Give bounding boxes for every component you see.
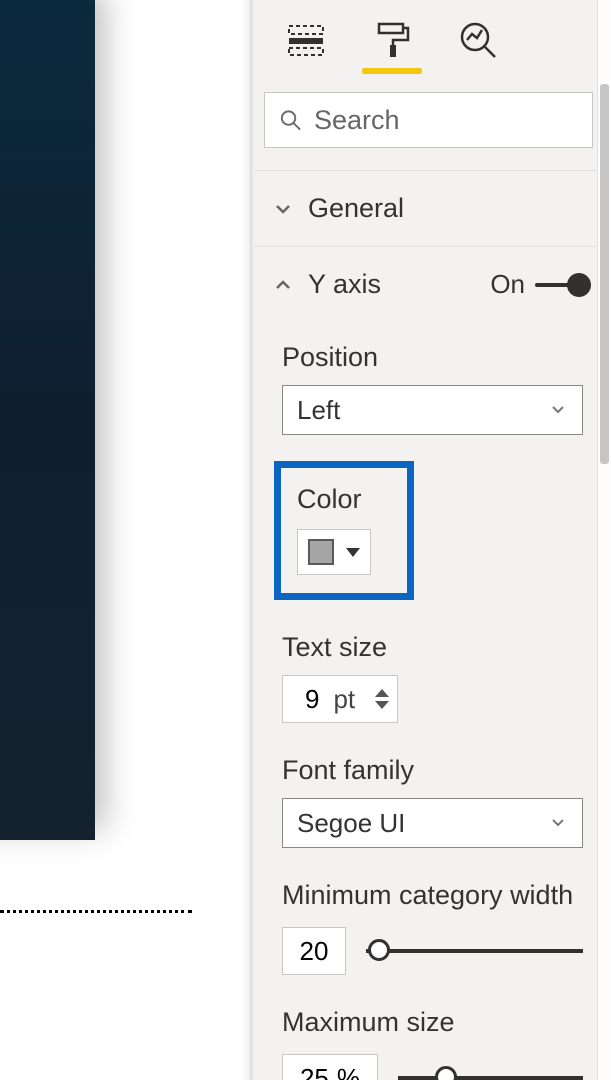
chevron-up-icon bbox=[268, 270, 298, 300]
arrow-down-icon bbox=[375, 701, 389, 709]
canvas-baseline bbox=[0, 910, 192, 913]
max-size-label: Maximum size bbox=[282, 1007, 583, 1038]
position-label: Position bbox=[282, 342, 583, 373]
max-size-slider[interactable] bbox=[398, 1076, 583, 1080]
position-value: Left bbox=[297, 395, 340, 426]
color-picker[interactable] bbox=[297, 529, 371, 575]
min-cat-width-control: 20 bbox=[282, 927, 583, 975]
tab-fields[interactable] bbox=[284, 18, 328, 62]
text-size-stepper[interactable]: 9 pt bbox=[282, 675, 398, 723]
chevron-down-icon bbox=[268, 194, 298, 224]
paint-roller-icon bbox=[372, 20, 412, 60]
fields-icon bbox=[286, 20, 326, 60]
arrow-up-icon bbox=[375, 689, 389, 697]
y-axis-toggle[interactable]: On bbox=[490, 269, 589, 300]
min-cat-width-label: Minimum category width bbox=[282, 880, 583, 911]
color-field-highlight: Color bbox=[274, 461, 414, 600]
y-axis-body: Position Left Color Text size 9 pt bbox=[254, 322, 611, 1080]
tab-format[interactable] bbox=[370, 18, 414, 62]
chevron-down-icon bbox=[548, 395, 568, 426]
magnifier-chart-icon bbox=[458, 20, 498, 60]
search-input[interactable] bbox=[314, 105, 578, 136]
slider-handle[interactable] bbox=[368, 939, 390, 961]
text-size-unit: pt bbox=[333, 684, 355, 715]
section-y-axis[interactable]: Y axis On bbox=[254, 247, 611, 322]
text-size-value: 9 bbox=[305, 684, 319, 715]
section-general-label: General bbox=[308, 193, 404, 224]
toggle-track bbox=[535, 283, 589, 287]
scrollbar-thumb[interactable] bbox=[600, 84, 609, 464]
section-y-axis-label: Y axis bbox=[308, 269, 381, 300]
pane-divider bbox=[240, 0, 250, 1080]
toggle-knob bbox=[567, 273, 591, 297]
format-pane-tabs bbox=[254, 0, 611, 74]
max-size-value: 25 bbox=[300, 1063, 329, 1080]
toggle-label: On bbox=[490, 269, 525, 300]
tab-format-underline bbox=[362, 68, 422, 74]
min-cat-width-slider[interactable] bbox=[366, 949, 583, 953]
font-family-label: Font family bbox=[282, 755, 583, 786]
search-icon bbox=[279, 107, 302, 133]
max-size-unit: % bbox=[337, 1063, 360, 1080]
caret-down-icon bbox=[346, 548, 360, 557]
slider-handle[interactable] bbox=[435, 1066, 457, 1080]
stepper-arrows[interactable] bbox=[375, 689, 389, 709]
max-size-input[interactable]: 25 % bbox=[282, 1054, 378, 1080]
position-dropdown[interactable]: Left bbox=[282, 385, 583, 435]
scrollbar[interactable] bbox=[597, 0, 611, 1080]
chevron-down-icon bbox=[548, 808, 568, 839]
color-swatch bbox=[308, 539, 334, 565]
color-label: Color bbox=[297, 484, 391, 515]
min-cat-width-input[interactable]: 20 bbox=[282, 927, 346, 975]
min-cat-width-value: 20 bbox=[300, 936, 329, 967]
tab-analytics[interactable] bbox=[456, 18, 500, 62]
report-canvas[interactable] bbox=[0, 0, 252, 1080]
section-general[interactable]: General bbox=[254, 171, 611, 247]
format-pane: General Y axis On Position Left Color bbox=[252, 0, 611, 1080]
font-family-dropdown[interactable]: Segoe UI bbox=[282, 798, 583, 848]
visual-preview[interactable] bbox=[0, 0, 95, 840]
format-search[interactable] bbox=[264, 92, 593, 148]
font-family-value: Segoe UI bbox=[297, 808, 405, 839]
text-size-label: Text size bbox=[282, 632, 583, 663]
max-size-control: 25 % bbox=[282, 1054, 583, 1080]
